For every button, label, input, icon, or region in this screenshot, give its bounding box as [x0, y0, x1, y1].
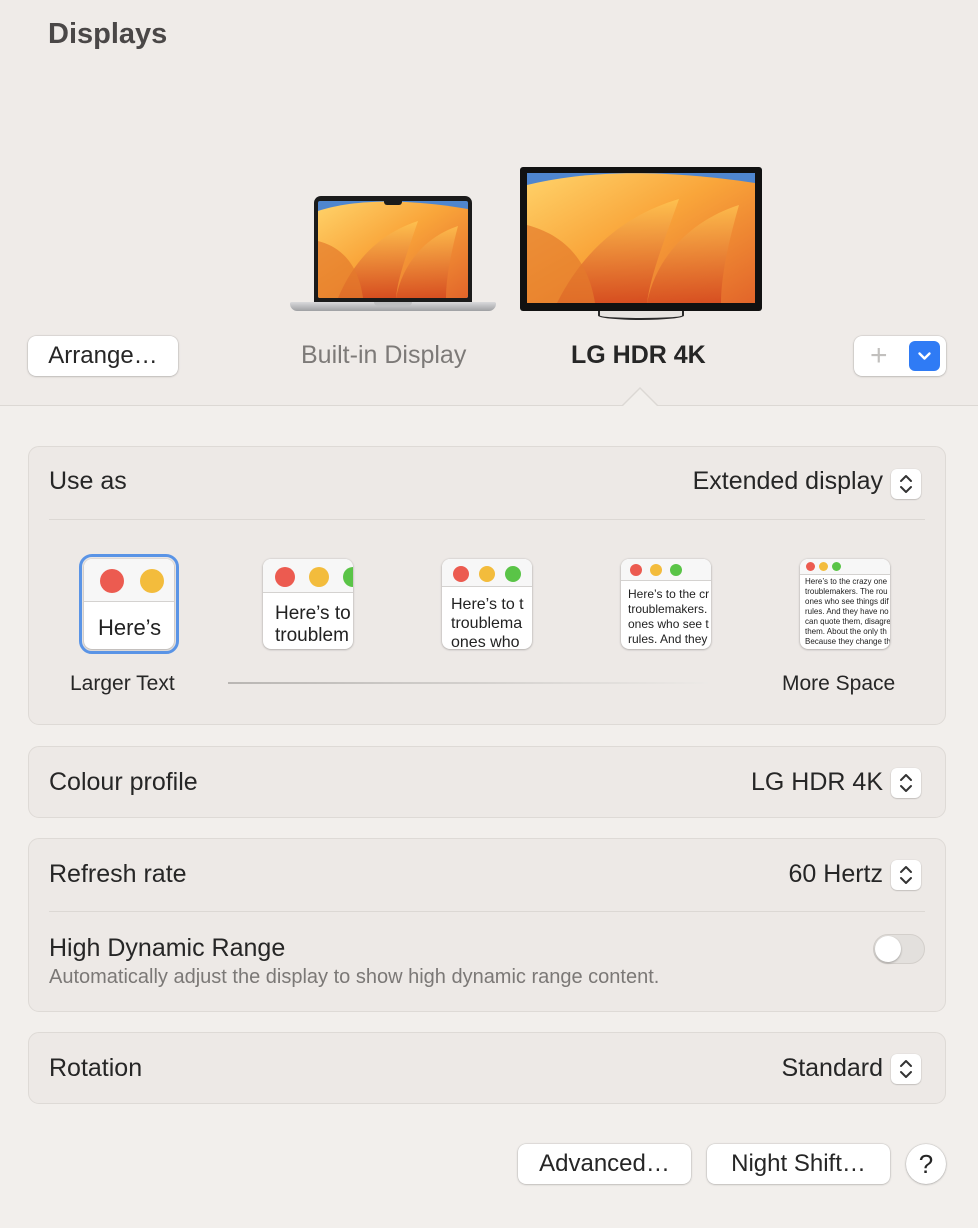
laptop-base-notch [374, 302, 412, 306]
window-titlebar [263, 559, 353, 593]
built-in-display-icon[interactable] [290, 196, 496, 320]
advanced-button[interactable]: Advanced… [518, 1144, 691, 1184]
minimize-dot [140, 569, 164, 593]
close-dot [100, 569, 124, 593]
zoom-dot [670, 564, 682, 576]
colour-profile-stepper[interactable] [891, 768, 921, 798]
hdr-label: High Dynamic Range [49, 934, 286, 962]
zoom-dot [343, 567, 353, 587]
night-shift-button[interactable]: Night Shift… [707, 1144, 890, 1184]
more-space-label: More Space [782, 672, 896, 695]
hdr-description: Automatically adjust the display to show… [49, 966, 660, 988]
laptop-wallpaper [318, 201, 468, 298]
close-dot [453, 566, 469, 582]
close-dot [806, 562, 815, 571]
page-title: Displays [48, 18, 168, 50]
refresh-rate-label: Refresh rate [49, 860, 187, 888]
refresh-rate-value[interactable]: 60 Hertz [789, 860, 883, 889]
help-button[interactable]: ? [906, 1144, 946, 1184]
monitor-stand [598, 311, 684, 320]
resolution-option-5[interactable]: Here’s to the crazy one troublemakers. T… [800, 559, 890, 649]
up-down-chevron-icon [900, 1060, 912, 1078]
rotation-card: Rotation Standard [28, 1032, 946, 1104]
use-as-label: Use as [49, 467, 127, 495]
colour-profile-label: Colour profile [49, 768, 198, 796]
resolution-scale-track [228, 682, 708, 684]
colour-profile-card: Colour profile LG HDR 4K [28, 746, 946, 818]
minimize-dot [650, 564, 662, 576]
monitor-wallpaper [527, 173, 755, 303]
divider [49, 519, 925, 520]
add-display-menu-button[interactable] [909, 341, 940, 371]
up-down-chevron-icon [900, 866, 912, 884]
zoom-dot [832, 562, 841, 571]
sample-text: Here’s to the cr troublemakers. ones who… [628, 587, 710, 646]
rotation-stepper[interactable] [891, 1054, 921, 1084]
arrange-button[interactable]: Arrange… [28, 336, 178, 376]
up-down-chevron-icon [900, 774, 912, 792]
rotation-label: Rotation [49, 1054, 143, 1082]
sample-text: Here’s [98, 615, 162, 640]
close-dot [275, 567, 295, 587]
close-dot [630, 564, 642, 576]
minimize-dot [309, 567, 329, 587]
use-as-stepper[interactable] [891, 469, 921, 499]
monitor-frame [520, 167, 762, 311]
rotation-value[interactable]: Standard [782, 1054, 883, 1083]
display-label-built-in[interactable]: Built-in Display [301, 338, 466, 372]
sample-text: Here’s to the crazy one troublemakers. T… [805, 577, 890, 646]
window-titlebar [84, 559, 174, 602]
window-titlebar [442, 559, 532, 587]
sample-text: Here’s to troublem [275, 603, 351, 646]
refresh-rate-stepper[interactable] [891, 860, 921, 890]
larger-text-label: Larger Text [70, 672, 175, 695]
zoom-dot [505, 566, 521, 582]
plus-icon[interactable]: + [870, 340, 888, 372]
up-down-chevron-icon [900, 475, 912, 493]
resolution-option-4[interactable]: Here’s to the cr troublemakers. ones who… [621, 559, 711, 649]
add-display-control[interactable]: + [854, 336, 946, 376]
minimize-dot [819, 562, 828, 571]
hdr-toggle[interactable] [873, 934, 925, 964]
resolution-option-3[interactable]: Here’s to t troublema ones who [442, 559, 532, 649]
resolution-option-1[interactable]: Here’s [79, 554, 179, 654]
minimize-dot [479, 566, 495, 582]
laptop-lid [314, 196, 472, 302]
selection-pointer [622, 389, 658, 407]
use-as-value[interactable]: Extended display [693, 467, 883, 496]
divider [49, 911, 925, 912]
camera-notch [384, 201, 402, 205]
sample-text: Here’s to t troublema ones who [451, 596, 524, 649]
lg-monitor-icon[interactable] [520, 167, 762, 321]
display-label-lg-hdr-4k[interactable]: LG HDR 4K [571, 338, 706, 372]
colour-profile-value[interactable]: LG HDR 4K [751, 768, 883, 797]
window-titlebar [800, 559, 890, 575]
window-titlebar [621, 559, 711, 581]
refresh-hdr-card: Refresh rate 60 Hertz High Dynamic Range… [28, 838, 946, 1012]
chevron-down-icon [918, 352, 931, 360]
resolution-option-2[interactable]: Here’s to troublem [263, 559, 353, 649]
toggle-knob [875, 936, 901, 962]
